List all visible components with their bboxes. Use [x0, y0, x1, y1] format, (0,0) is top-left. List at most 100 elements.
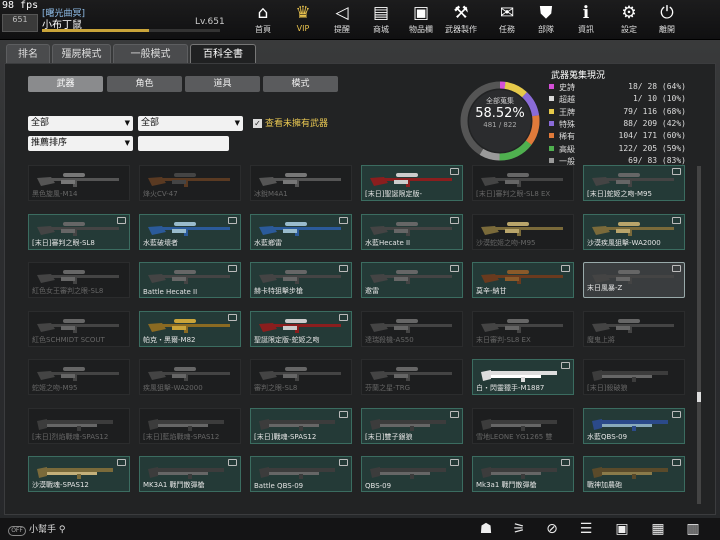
favorite-icon[interactable]	[117, 459, 126, 466]
weapon-card[interactable]: 魔鬼上將	[583, 310, 685, 347]
weapon-card[interactable]: 沙漠疾風狙擊-WA2000	[583, 213, 685, 250]
favorite-icon[interactable]	[450, 459, 459, 466]
show-unowned-toggle[interactable]: ✓ 查看未擁有武器	[253, 116, 328, 129]
weapon-card[interactable]: 末日風暴-Z	[583, 262, 685, 298]
weapon-card[interactable]: 水藍QBS-09	[583, 407, 685, 444]
nav-crown[interactable]: ♛ VIP	[284, 2, 322, 38]
search-input[interactable]	[138, 136, 229, 151]
subtab-2[interactable]: 道具	[185, 76, 260, 92]
favorite-icon[interactable]	[450, 265, 459, 272]
favorite-icon[interactable]	[228, 313, 237, 321]
weapon-card[interactable]: 黑色旋風-M14	[28, 165, 130, 201]
weapon-card[interactable]: 烽火CV-47	[139, 165, 241, 201]
run-icon[interactable]: ☗	[476, 520, 496, 538]
calendar-check-icon[interactable]: ▦	[648, 520, 668, 538]
weapon-card[interactable]: 聖誕限定版-蛇姬之吻	[250, 310, 352, 347]
sort-select[interactable]: 推薦排序 ▼	[28, 136, 133, 151]
subcategory-select[interactable]: 全部 ▼	[138, 116, 243, 131]
weapon-card[interactable]: 紅色女王審判之眼-SL8	[28, 262, 130, 298]
weapon-card[interactable]: 帕克・黑爾-M82	[139, 310, 241, 347]
nav-hammer[interactable]: ⚒ 武器製作	[442, 2, 480, 38]
helper-toggle[interactable]: OFF	[8, 526, 26, 536]
weapon-card[interactable]: 莫辛-納甘	[472, 262, 574, 298]
favorite-icon[interactable]	[672, 265, 681, 272]
category-select[interactable]: 全部 ▼	[28, 116, 133, 131]
compass-icon[interactable]: ⊘	[542, 520, 562, 538]
favorite-icon[interactable]	[117, 216, 126, 224]
weapon-card[interactable]: 水藍Hecate II	[361, 213, 463, 250]
favorite-icon[interactable]	[561, 459, 570, 466]
weapon-card[interactable]: 水藍鄉雷	[250, 213, 352, 250]
weapon-card[interactable]: 蛇姬之吻-M95	[28, 359, 130, 395]
weapon-card[interactable]: 赫卡特狙擊步槍	[250, 262, 352, 298]
favorite-icon[interactable]	[450, 216, 459, 224]
subtab-1[interactable]: 角色	[107, 76, 182, 92]
favorite-icon[interactable]	[672, 168, 681, 175]
favorite-icon[interactable]	[339, 410, 348, 418]
favorite-icon[interactable]	[339, 216, 348, 224]
weapon-card[interactable]: 戰神加農砲	[583, 456, 685, 492]
favorite-icon[interactable]	[228, 459, 237, 466]
nav-ticket[interactable]: ✉ 任務	[488, 2, 526, 38]
weapon-card[interactable]: 白・閃靈獵手-M1887	[472, 359, 574, 395]
weapon-card[interactable]: 冰銳M4A1	[250, 165, 352, 201]
favorite-icon[interactable]	[450, 410, 459, 418]
nav-shield[interactable]: ⛊ 部隊	[527, 2, 565, 38]
weapon-card[interactable]: QBS-09	[361, 456, 463, 492]
weapon-card[interactable]: Battle Hecate II	[139, 262, 241, 298]
favorite-icon[interactable]	[228, 265, 237, 272]
weapon-card[interactable]: [末日]審判之眼-SL8 EX	[472, 165, 574, 201]
favorite-icon[interactable]	[672, 459, 681, 466]
weapon-card[interactable]: 芬蘭之星-TRG	[361, 359, 463, 395]
weapon-card[interactable]: [末日]蛇姬之吻-M95	[583, 165, 685, 201]
weapon-card[interactable]: [末日]殺破狼	[583, 359, 685, 395]
tab-3[interactable]: 百科全書	[190, 44, 256, 64]
weapon-card[interactable]: [末日]烈焰戰魂-SPAS12	[28, 407, 130, 444]
card-icon[interactable]: ▣	[612, 520, 632, 538]
weapon-card[interactable]: 邀雷	[361, 262, 463, 298]
nav-exit[interactable]: ⏻ 離開	[648, 2, 686, 38]
favorite-icon[interactable]	[228, 216, 237, 224]
favorite-icon[interactable]	[672, 216, 681, 224]
weapon-card[interactable]: [末日]審判之眼-SL8	[28, 213, 130, 250]
nav-megaphone[interactable]: ◁ 提醒	[323, 2, 361, 38]
weapon-card[interactable]: 疾風狙擊-WA2000	[139, 359, 241, 395]
nav-info[interactable]: ℹ 資訊	[567, 2, 605, 38]
weapon-card[interactable]: [末日]戰魂-SPAS12	[250, 407, 352, 444]
favorite-icon[interactable]	[339, 265, 348, 272]
cart-icon[interactable]: ⚞	[509, 520, 529, 538]
weapon-card[interactable]: 末日審判-SL8 EX	[472, 310, 574, 347]
weapon-card[interactable]: [末日]雙子銀狼	[361, 407, 463, 444]
favorite-icon[interactable]	[672, 410, 681, 418]
weapon-card[interactable]: 審判之眼-SL8	[250, 359, 352, 395]
nav-gear[interactable]: ⚙ 設定	[610, 2, 648, 38]
favorite-icon[interactable]	[450, 168, 459, 175]
weapon-card[interactable]: 沙漠蛇姬之吻-M95	[472, 213, 574, 250]
weapon-card[interactable]: 沙漠戰魂-SPAS12	[28, 456, 130, 492]
weapon-card[interactable]: Mk3a1 戰鬥散彈槍	[472, 456, 574, 492]
nav-home[interactable]: ⌂ 首頁	[244, 2, 282, 38]
weapon-card[interactable]: [末日]聖誕限定版-	[361, 165, 463, 201]
favorite-icon[interactable]	[561, 362, 570, 369]
subtab-3[interactable]: 模式	[263, 76, 338, 92]
nav-shop[interactable]: ▤ 商城	[362, 2, 400, 38]
weapon-card[interactable]: 紅色SCHMIDT SCOUT	[28, 310, 130, 347]
tab-0[interactable]: 排名	[6, 44, 50, 64]
weapon-card[interactable]: MK3A1 戰鬥散彈槍	[139, 456, 241, 492]
subtab-0[interactable]: 武器	[28, 76, 103, 92]
weapon-card[interactable]: 達瑞殺機-AS50	[361, 310, 463, 347]
weapon-card[interactable]: 水藍破壞者	[139, 213, 241, 250]
weapon-card[interactable]: [末日]藍焰戰魂-SPAS12	[139, 407, 241, 444]
scroll-thumb[interactable]	[697, 392, 701, 402]
tab-1[interactable]: 殭屍模式	[52, 44, 111, 64]
weapon-card[interactable]: 雪地LEONE YG1265 雙	[472, 407, 574, 444]
weapon-card[interactable]: Battle QBS-09	[250, 456, 352, 492]
list-check-icon[interactable]: ☰	[576, 520, 596, 538]
nav-briefcase[interactable]: ▣ 物品欄	[402, 2, 440, 38]
grid-scrollbar[interactable]	[697, 166, 701, 504]
favorite-icon[interactable]	[561, 265, 570, 272]
favorite-icon[interactable]	[339, 313, 348, 321]
helper-button[interactable]: OFF 小幫手 ⚲	[8, 522, 65, 536]
film-icon[interactable]: ▥	[683, 520, 703, 538]
favorite-icon[interactable]	[339, 459, 348, 466]
